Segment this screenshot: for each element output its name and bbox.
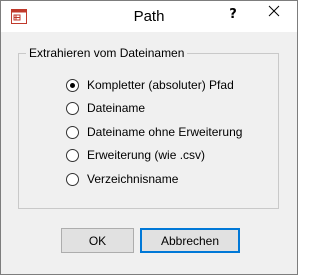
title-bar[interactable]: Path ? bbox=[1, 1, 297, 32]
group-label: Extrahieren vom Dateinamen bbox=[26, 45, 188, 61]
help-button[interactable]: ? bbox=[225, 5, 241, 25]
dialog-window: Path ? Extrahieren vom Dateinamen Komple… bbox=[0, 0, 298, 275]
radio-full-path[interactable]: Kompletter (absoluter) Pfad bbox=[66, 76, 234, 94]
ok-button[interactable]: OK bbox=[61, 228, 134, 253]
radio-extension[interactable]: Erweiterung (wie .csv) bbox=[66, 146, 205, 164]
radio-button[interactable] bbox=[66, 125, 79, 139]
radio-filename-no-extension[interactable]: Dateiname ohne Erweiterung bbox=[66, 123, 242, 141]
radio-label: Kompletter (absoluter) Pfad bbox=[87, 78, 234, 92]
radio-directory-name[interactable]: Verzeichnisname bbox=[66, 170, 178, 188]
radio-label: Dateiname bbox=[87, 101, 146, 115]
radio-button[interactable] bbox=[66, 101, 79, 115]
radio-label: Dateiname ohne Erweiterung bbox=[87, 125, 243, 139]
radio-button[interactable] bbox=[66, 148, 79, 162]
radio-button-selected[interactable] bbox=[66, 78, 79, 92]
cancel-button[interactable]: Abbrechen bbox=[140, 228, 240, 253]
radio-filename[interactable]: Dateiname bbox=[66, 99, 145, 117]
radio-button[interactable] bbox=[66, 172, 79, 186]
radio-label: Verzeichnisname bbox=[87, 172, 179, 186]
close-button[interactable] bbox=[251, 1, 297, 22]
radio-label: Erweiterung (wie .csv) bbox=[87, 148, 206, 162]
close-icon bbox=[268, 5, 280, 17]
